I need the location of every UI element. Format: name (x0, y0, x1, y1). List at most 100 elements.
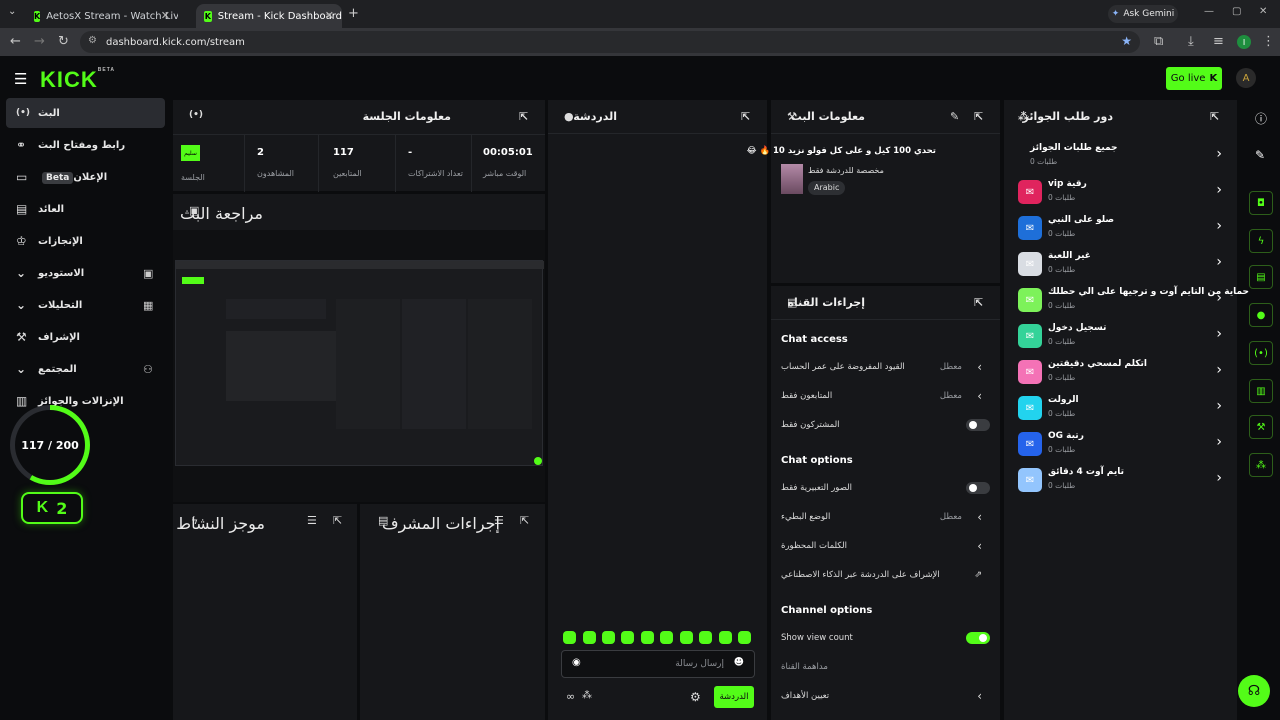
reward-item[interactable]: ✉ غير اللعبة طلبات 0 › (1014, 248, 1224, 280)
sidebar-item-stream-key[interactable]: ⚭ رابط ومفتاح البث (6, 130, 165, 160)
rail-chat-icon[interactable]: ● (1249, 303, 1273, 327)
sidebar-item-analytics[interactable]: ⌄ التحليلات ▦ (6, 290, 165, 320)
sidebar-item-stream[interactable]: (•) البث (6, 98, 165, 128)
expand-icon[interactable]: ⇱ (974, 296, 983, 309)
back-icon[interactable]: ← (10, 34, 21, 49)
user-avatar[interactable]: A (1236, 68, 1256, 88)
url-text: dashboard.kick.com/stream (106, 36, 245, 48)
reward-count: طلبات 0 (1048, 301, 1076, 310)
reward-item[interactable]: ✉ تسجيل دخول طلبات 0 › (1014, 320, 1224, 352)
download-icon[interactable]: ⤓ (1188, 34, 1194, 49)
setting-row-set-goals[interactable]: تعيين الأهداف › (781, 687, 990, 707)
rail-lightning-icon[interactable]: ϟ (1249, 229, 1273, 253)
url-field[interactable]: ⚙ dashboard.kick.com/stream ★ (80, 31, 1140, 53)
group-icon[interactable]: ⁂ (582, 690, 592, 701)
bookmark-star-icon[interactable]: ★ (1121, 34, 1132, 48)
gear-icon[interactable]: ⚙ (690, 690, 701, 704)
filter-icon[interactable]: ☰ (307, 514, 317, 527)
sidebar-item-revenue[interactable]: ▤ العائد (6, 194, 165, 224)
rail-preview-icon[interactable]: ◘ (1249, 191, 1273, 215)
activity-feed-panel: ⇱ ☰ موجز النشاط ϟ (173, 504, 357, 720)
toggle-emotes-only[interactable] (966, 482, 990, 494)
reward-item[interactable]: ✉ رتبة OG طلبات 0 › (1014, 428, 1224, 460)
browser-menu-icon[interactable]: ⋮ (1262, 34, 1275, 49)
rail-broadcast-icon[interactable]: (•) (1249, 341, 1273, 365)
reward-item[interactable]: ✉ صلو على النبي طلبات 0 › (1014, 212, 1224, 244)
browser-tab-active[interactable]: K Stream - Kick Dashboard ✕ (196, 4, 342, 28)
expand-icon[interactable]: ⇱ (741, 110, 750, 123)
minimize-icon[interactable]: — (1204, 6, 1214, 17)
emoji-icon[interactable]: ◉ (572, 657, 581, 668)
emote-icon[interactable] (738, 631, 751, 644)
setting-row-followers-only[interactable]: المتابعون فقط معطل › (781, 387, 990, 407)
reward-item[interactable]: ✉ الرولت طلبات 0 › (1014, 392, 1224, 424)
toggle-show-view-count[interactable] (966, 632, 990, 644)
sidebar-item-community[interactable]: ⌄ المجتمع ⚇ (6, 354, 165, 384)
send-chat-button[interactable]: الدردشة (714, 686, 754, 708)
emote-icon[interactable] (641, 631, 654, 644)
media-icon[interactable]: ≡ (1213, 34, 1224, 49)
sidebar-item-moderation[interactable]: ⚒ الإشراف (6, 322, 165, 352)
emote-icon[interactable] (563, 631, 576, 644)
browser-tab[interactable]: K AetosX Stream - Watch Live on ✕ (26, 4, 178, 28)
expand-icon[interactable]: ⇱ (519, 110, 528, 123)
emote-icon[interactable] (602, 631, 615, 644)
close-tab-icon[interactable]: ✕ (325, 9, 334, 22)
emote-icon[interactable] (719, 631, 732, 644)
setting-row-raid-channel[interactable]: مداهمة القناة (781, 658, 990, 678)
sidebar-item-studio[interactable]: ⌄ الاستوديو ▣ (6, 258, 165, 288)
expand-icon[interactable]: ⇱ (1210, 110, 1219, 123)
setting-label-text: القيود المفروضة على عمر الحساب (781, 362, 905, 372)
setting-row-slow-mode[interactable]: الوضع البطيء معطل › (781, 508, 990, 528)
new-tab-icon[interactable]: + (348, 6, 359, 21)
reward-item[interactable]: ✉ رقية vip طلبات 0 › (1014, 176, 1224, 208)
edit-pencil-icon[interactable]: ✎ (1255, 148, 1265, 162)
rail-document-icon[interactable]: ▤ (1249, 265, 1273, 289)
support-chat-button[interactable]: ☊ (1238, 675, 1270, 707)
close-window-icon[interactable]: ✕ (1259, 6, 1267, 17)
rail-channel-icon[interactable]: ▥ (1249, 379, 1273, 403)
hamburger-menu-icon[interactable]: ☰ (14, 70, 27, 88)
expand-icon[interactable]: ⇱ (974, 110, 983, 123)
sidebar-item-ads[interactable]: ▭ الإعلانBeta (6, 162, 165, 192)
analytics-icon: ▦ (143, 298, 154, 312)
maximize-icon[interactable]: ▢ (1232, 6, 1241, 17)
broadcast-icon: (•) (189, 110, 203, 120)
smiley-icon[interactable]: ☻ (734, 657, 744, 668)
reward-item[interactable]: ✉ اتكلم لمسحي دقيقتين طلبات 0 › (1014, 356, 1224, 388)
toggle-subscribers-only[interactable] (966, 419, 990, 431)
setting-row-ai-moderation[interactable]: الإشراف على الدردشة عبر الذكاء الاصطناعي… (781, 566, 990, 586)
expand-icon[interactable]: ⇱ (333, 514, 342, 527)
infinity-icon[interactable]: ∞ (566, 690, 575, 703)
expand-icon[interactable]: ⇱ (520, 514, 529, 527)
emote-icon[interactable] (699, 631, 712, 644)
preview-logo (182, 277, 204, 284)
info-icon[interactable]: ⓘ (1255, 110, 1267, 127)
close-tab-icon[interactable]: ✕ (161, 9, 170, 22)
site-info-icon[interactable]: ⚙ (88, 35, 97, 46)
profile-avatar[interactable]: I (1237, 35, 1251, 49)
edit-pencil-icon[interactable]: ✎ (950, 110, 959, 123)
forward-icon[interactable]: → (34, 34, 45, 49)
setting-row-banned-words[interactable]: الكلمات المحظورة › (781, 537, 990, 557)
setting-row-account-age[interactable]: القيود المفروضة على عمر الحساب معطل › (781, 358, 990, 378)
rail-wrench-icon[interactable]: ⚒ (1249, 415, 1273, 439)
rail-rewards-icon[interactable]: ⁂ (1249, 453, 1273, 477)
reload-icon[interactable]: ↻ (58, 34, 69, 49)
kick-logo[interactable]: KICKBETA (40, 67, 115, 93)
sidebar-item-achievements[interactable]: ♔ الإنجازات (6, 226, 165, 256)
extensions-icon[interactable]: ⧉ (1154, 34, 1163, 49)
chat-input[interactable]: ◉ إرسال رسالة ☻ (561, 650, 755, 678)
chevron-right-icon: › (977, 539, 982, 553)
go-live-button[interactable]: Go live K (1166, 67, 1222, 90)
emote-icon[interactable] (583, 631, 596, 644)
stream-preview-video[interactable] (173, 230, 545, 502)
emote-icon[interactable] (621, 631, 634, 644)
ask-gemini-button[interactable]: ✦ Ask Gemini (1108, 5, 1178, 23)
reward-all[interactable]: جميع طلبات الجوائز طلبات 0 › (1014, 140, 1224, 172)
reward-item[interactable]: ✉ تايم آوت 4 دقائق طلبات 0 › (1014, 464, 1224, 496)
tab-list-icon[interactable]: ⌄ (8, 6, 16, 17)
emote-icon[interactable] (660, 631, 673, 644)
reward-item[interactable]: ✉ حماية من التايم آوت و ترجيها على الي حط… (1014, 284, 1249, 316)
emote-icon[interactable] (680, 631, 693, 644)
